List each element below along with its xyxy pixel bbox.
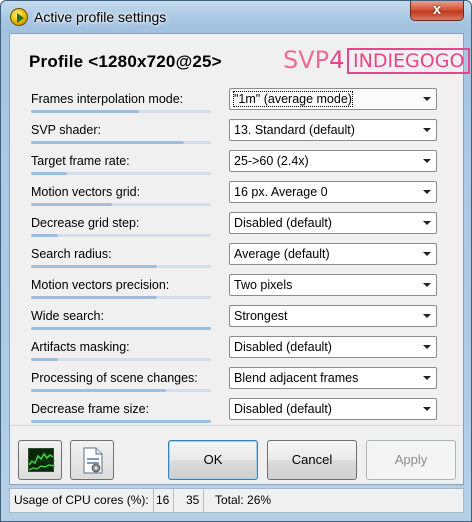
- setting-label: Processing of scene changes:: [31, 371, 198, 385]
- setting-row: Wide search: Strongest: [10, 305, 465, 339]
- setting-row: Search radius: Average (default): [10, 243, 465, 277]
- ok-button[interactable]: OK: [168, 440, 258, 480]
- setting-dropdown[interactable]: Average (default): [229, 243, 437, 265]
- setting-label: Motion vectors precision:: [31, 278, 170, 292]
- dialog-client-area: Profile <1280x720@25> SVP4 INDIEGOGO Fra…: [9, 33, 471, 485]
- setting-label: Wide search:: [31, 309, 104, 323]
- cpu-total-value: Total: 26%: [215, 493, 272, 507]
- chevron-down-icon[interactable]: [418, 306, 436, 326]
- svp-app-icon: [10, 8, 28, 26]
- setting-label: Decrease frame size:: [31, 402, 150, 416]
- profile-title: Profile <1280x720@25>: [29, 52, 222, 71]
- setting-dropdown[interactable]: Blend adjacent frames: [229, 367, 437, 389]
- apply-button[interactable]: Apply: [366, 440, 456, 480]
- chevron-down-icon[interactable]: [418, 244, 436, 264]
- setting-dropdown-value: Two pixels: [234, 278, 293, 292]
- setting-dropdown-value: 25->60 (2.4x): [234, 154, 309, 168]
- cancel-button[interactable]: Cancel: [267, 440, 357, 480]
- setting-dropdown-value: 16 px. Average 0: [234, 185, 328, 199]
- setting-row: Decrease frame size: Disabled (default): [10, 398, 465, 432]
- setting-row: Target frame rate: 25->60 (2.4x): [10, 150, 465, 184]
- chevron-down-icon[interactable]: [418, 120, 436, 140]
- cpu-core-2-value: 35: [182, 489, 205, 512]
- chevron-down-icon[interactable]: [418, 151, 436, 171]
- setting-dropdown-value: Disabled (default): [234, 216, 332, 230]
- setting-level-fill: [31, 265, 157, 268]
- chevron-down-icon[interactable]: [418, 182, 436, 202]
- setting-row: Motion vectors precision: Two pixels: [10, 274, 465, 308]
- profile-file-button[interactable]: [70, 440, 114, 480]
- setting-dropdown[interactable]: "1m" (average mode): [229, 88, 437, 110]
- setting-level-bar: [31, 234, 211, 237]
- status-bar: Usage of CPU cores (%): 16 35 Total: 26%: [9, 488, 464, 513]
- chevron-down-icon[interactable]: [418, 89, 436, 109]
- setting-dropdown[interactable]: Strongest: [229, 305, 437, 327]
- setting-level-fill: [31, 420, 211, 423]
- setting-level-fill: [31, 296, 157, 299]
- chevron-down-icon[interactable]: [418, 368, 436, 388]
- graph-icon: [28, 448, 56, 472]
- setting-row: SVP shader: 13. Standard (default): [10, 119, 465, 153]
- setting-row: Artifacts masking: Disabled (default): [10, 336, 465, 370]
- chevron-down-icon[interactable]: [418, 275, 436, 295]
- setting-level-bar: [31, 358, 211, 361]
- cpu-core-1-value: 16: [152, 489, 175, 512]
- setting-dropdown[interactable]: Two pixels: [229, 274, 437, 296]
- setting-dropdown[interactable]: 13. Standard (default): [229, 119, 437, 141]
- setting-level-fill: [31, 358, 58, 361]
- setting-dropdown-value: Disabled (default): [234, 340, 332, 354]
- setting-level-fill: [31, 234, 58, 237]
- footer-divider: [10, 425, 463, 426]
- close-button[interactable]: x: [410, 1, 464, 21]
- setting-dropdown[interactable]: 25->60 (2.4x): [229, 150, 437, 172]
- setting-level-fill: [31, 110, 139, 113]
- setting-label: Target frame rate:: [31, 154, 130, 168]
- file-settings-icon: [82, 447, 104, 474]
- setting-level-bar: [31, 389, 211, 392]
- setting-label: Search radius:: [31, 247, 112, 261]
- setting-dropdown-value: Blend adjacent frames: [234, 371, 359, 385]
- setting-level-bar: [31, 265, 211, 268]
- setting-dropdown[interactable]: Disabled (default): [229, 398, 437, 420]
- settings-window: Active profile settings x Profile <1280x…: [0, 0, 472, 522]
- setting-level-bar: [31, 172, 211, 175]
- indiegogo-logo-text: INDIEGOGO: [347, 48, 471, 74]
- setting-label: Motion vectors grid:: [31, 185, 141, 199]
- chevron-down-icon[interactable]: [418, 337, 436, 357]
- chevron-down-icon[interactable]: [418, 399, 436, 419]
- setting-dropdown-value: Disabled (default): [234, 402, 332, 416]
- setting-label: SVP shader:: [31, 123, 101, 137]
- cpu-graph-button[interactable]: [18, 440, 62, 480]
- chevron-down-icon[interactable]: [418, 213, 436, 233]
- setting-level-bar: [31, 203, 211, 206]
- setting-dropdown-value: "1m" (average mode): [233, 91, 353, 107]
- setting-dropdown[interactable]: 16 px. Average 0: [229, 181, 437, 203]
- svp-logo-text: SVP4: [283, 46, 345, 74]
- setting-dropdown-value: Average (default): [234, 247, 330, 261]
- setting-level-bar: [31, 110, 211, 113]
- setting-label: Decrease grid step:: [31, 216, 140, 230]
- setting-level-fill: [31, 389, 166, 392]
- cpu-usage-label: Usage of CPU cores (%):: [10, 489, 154, 512]
- title-bar[interactable]: Active profile settings x: [1, 1, 471, 33]
- setting-row: Decrease grid step: Disabled (default): [10, 212, 465, 246]
- setting-level-bar: [31, 296, 211, 299]
- setting-row: Motion vectors grid: 16 px. Average 0: [10, 181, 465, 215]
- setting-level-fill: [31, 327, 211, 330]
- setting-dropdown[interactable]: Disabled (default): [229, 336, 437, 358]
- setting-label: Frames interpolation mode:: [31, 92, 184, 106]
- setting-dropdown-value: 13. Standard (default): [234, 123, 355, 137]
- window-title: Active profile settings: [34, 9, 167, 25]
- setting-dropdown[interactable]: Disabled (default): [229, 212, 437, 234]
- setting-row: Processing of scene changes: Blend adjace…: [10, 367, 465, 401]
- setting-level-fill: [31, 203, 112, 206]
- setting-level-fill: [31, 141, 184, 144]
- setting-level-bar: [31, 327, 211, 330]
- setting-row: Frames interpolation mode: "1m" (average …: [10, 88, 465, 122]
- setting-level-fill: [31, 172, 67, 175]
- setting-label: Artifacts masking:: [31, 340, 130, 354]
- setting-dropdown-value: Strongest: [234, 309, 288, 323]
- setting-level-bar: [31, 141, 211, 144]
- setting-level-bar: [31, 420, 211, 423]
